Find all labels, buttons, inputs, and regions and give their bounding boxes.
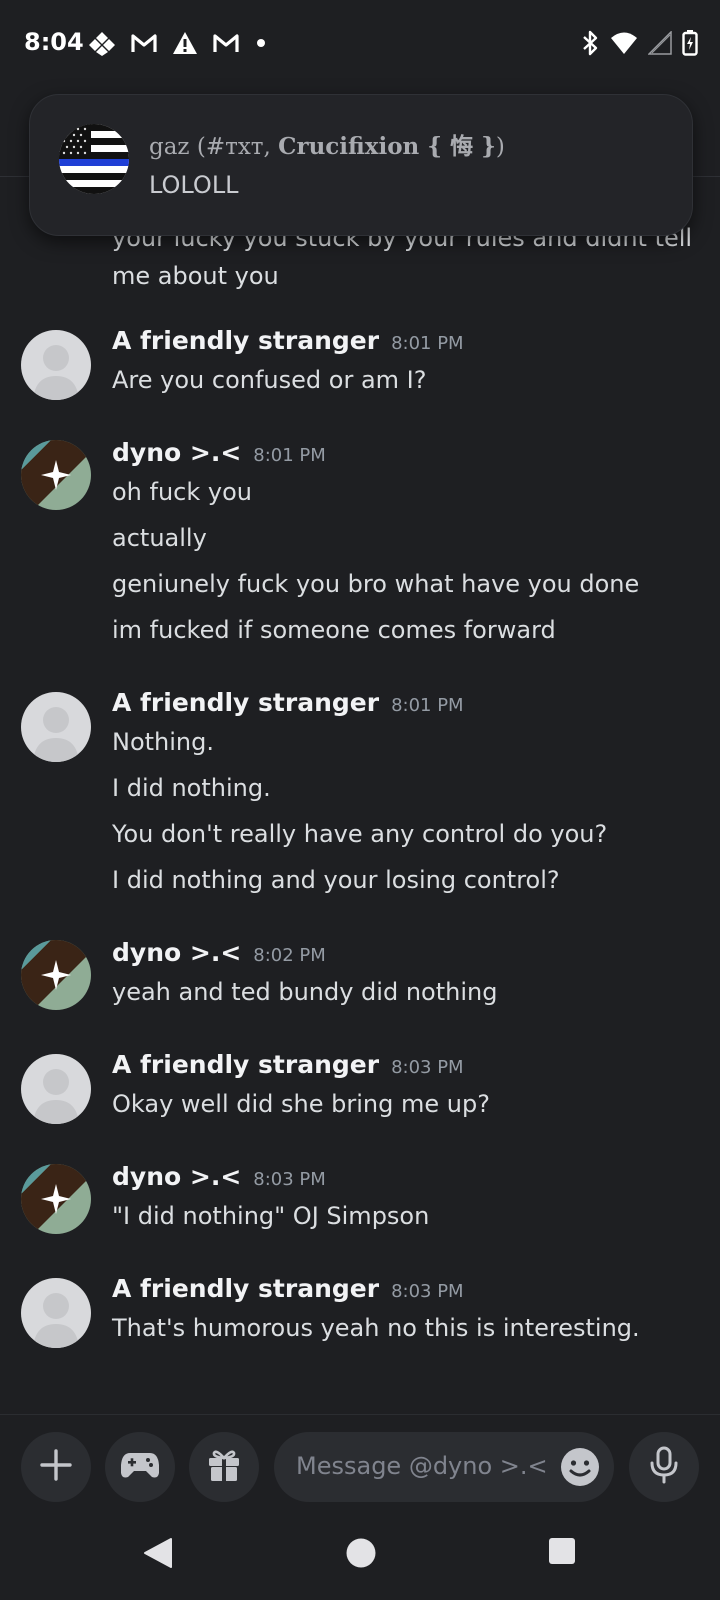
author-name[interactable]: A friendly stranger [112,326,379,355]
status-bar: 8:04 [0,0,720,90]
message-text: actually [112,524,207,552]
bluetooth-icon [580,30,600,56]
warning-icon [172,31,198,55]
message-text: Okay well did she bring me up? [112,1090,490,1118]
author-name[interactable]: A friendly stranger [112,688,379,717]
message-text: I did nothing. [112,774,271,802]
avatar[interactable] [21,1054,91,1124]
home-icon[interactable] [345,1537,377,1573]
message-timestamp: 8:01 PM [391,695,464,716]
tidal-icon [88,30,116,56]
message-timestamp: 8:02 PM [253,945,326,966]
gmail-icon [130,32,158,54]
message-text: me about you [112,262,279,290]
gift-button[interactable] [189,1432,259,1502]
notification-title-channel: Crucifixion { 悔 } [278,133,496,160]
notification-banner[interactable]: gaz (#тхт, Crucifixion { 悔 }) LOLOLL [29,94,693,236]
author-name[interactable]: A friendly stranger [112,1274,379,1303]
notification-title-suffix: ) [495,134,505,160]
author-name[interactable]: dyno >.< [112,1162,241,1191]
message-list[interactable]: your lucky you stuck by your rules and d… [0,176,720,1410]
message-text: oh fuck you [112,478,253,506]
recents-icon[interactable] [548,1537,576,1569]
avatar[interactable] [21,1164,91,1234]
message-header: A friendly stranger 8:01 PM [112,326,464,355]
message-text: geniunely fuck you bro what have you don… [112,570,640,598]
message-timestamp: 8:03 PM [391,1281,464,1302]
avatar[interactable] [21,330,91,400]
avatar[interactable] [21,692,91,762]
message-input-placeholder: Message @dyno >.< [296,1452,548,1480]
message-text: im fucked if someone comes forward [112,616,556,644]
battery-charging-icon [682,30,698,56]
activities-button[interactable] [105,1432,175,1502]
author-name[interactable]: A friendly stranger [112,1050,379,1079]
notification-title-prefix: gaz (#тхт, [149,134,279,160]
message-text: I did nothing and your losing control? [112,866,560,894]
message-timestamp: 8:01 PM [391,333,464,354]
gift-icon [206,1447,242,1487]
message-timestamp: 8:03 PM [253,1169,326,1190]
message-timestamp: 8:01 PM [253,445,326,466]
gamepad-icon [120,1449,160,1485]
message-header: dyno >.< 8:03 PM [112,1162,326,1191]
message-header: dyno >.< 8:02 PM [112,938,326,967]
microphone-icon [649,1446,679,1488]
author-name[interactable]: dyno >.< [112,938,241,967]
message-text: You don't really have any control do you… [112,820,608,848]
gmail-icon [212,32,240,54]
message-composer: Message @dyno >.< [0,1415,720,1515]
notification-title: gaz (#тхт, Crucifixion { 悔 }) [149,127,505,161]
message-text: "I did nothing" OJ Simpson [112,1202,430,1230]
message-input[interactable]: Message @dyno >.< [274,1432,614,1502]
notification-body: LOLOLL [149,171,239,199]
system-navigation-bar [0,1515,720,1600]
dot-icon [254,36,268,50]
status-notification-icons [88,30,268,56]
emoji-icon[interactable] [560,1447,600,1491]
message-header: dyno >.< 8:01 PM [112,438,326,467]
back-icon[interactable] [143,1537,173,1573]
signal-icon [648,31,672,55]
voice-message-button[interactable] [629,1432,699,1502]
message-text: Are you confused or am I? [112,366,427,394]
status-time: 8:04 [24,28,84,56]
wifi-icon [610,31,638,55]
plus-icon [39,1448,73,1486]
status-system-icons [580,30,698,56]
avatar[interactable] [21,440,91,510]
message-header: A friendly stranger 8:03 PM [112,1050,464,1079]
avatar[interactable] [21,940,91,1010]
add-attachment-button[interactable] [21,1432,91,1502]
author-name[interactable]: dyno >.< [112,438,241,467]
message-text: Nothing. [112,728,214,756]
message-text: yeah and ted bundy did nothing [112,978,498,1006]
message-header: A friendly stranger 8:03 PM [112,1274,464,1303]
message-timestamp: 8:03 PM [391,1057,464,1078]
notification-avatar [59,124,129,194]
message-text: That's humorous yeah no this is interest… [112,1314,640,1342]
message-header: A friendly stranger 8:01 PM [112,688,464,717]
avatar[interactable] [21,1278,91,1348]
